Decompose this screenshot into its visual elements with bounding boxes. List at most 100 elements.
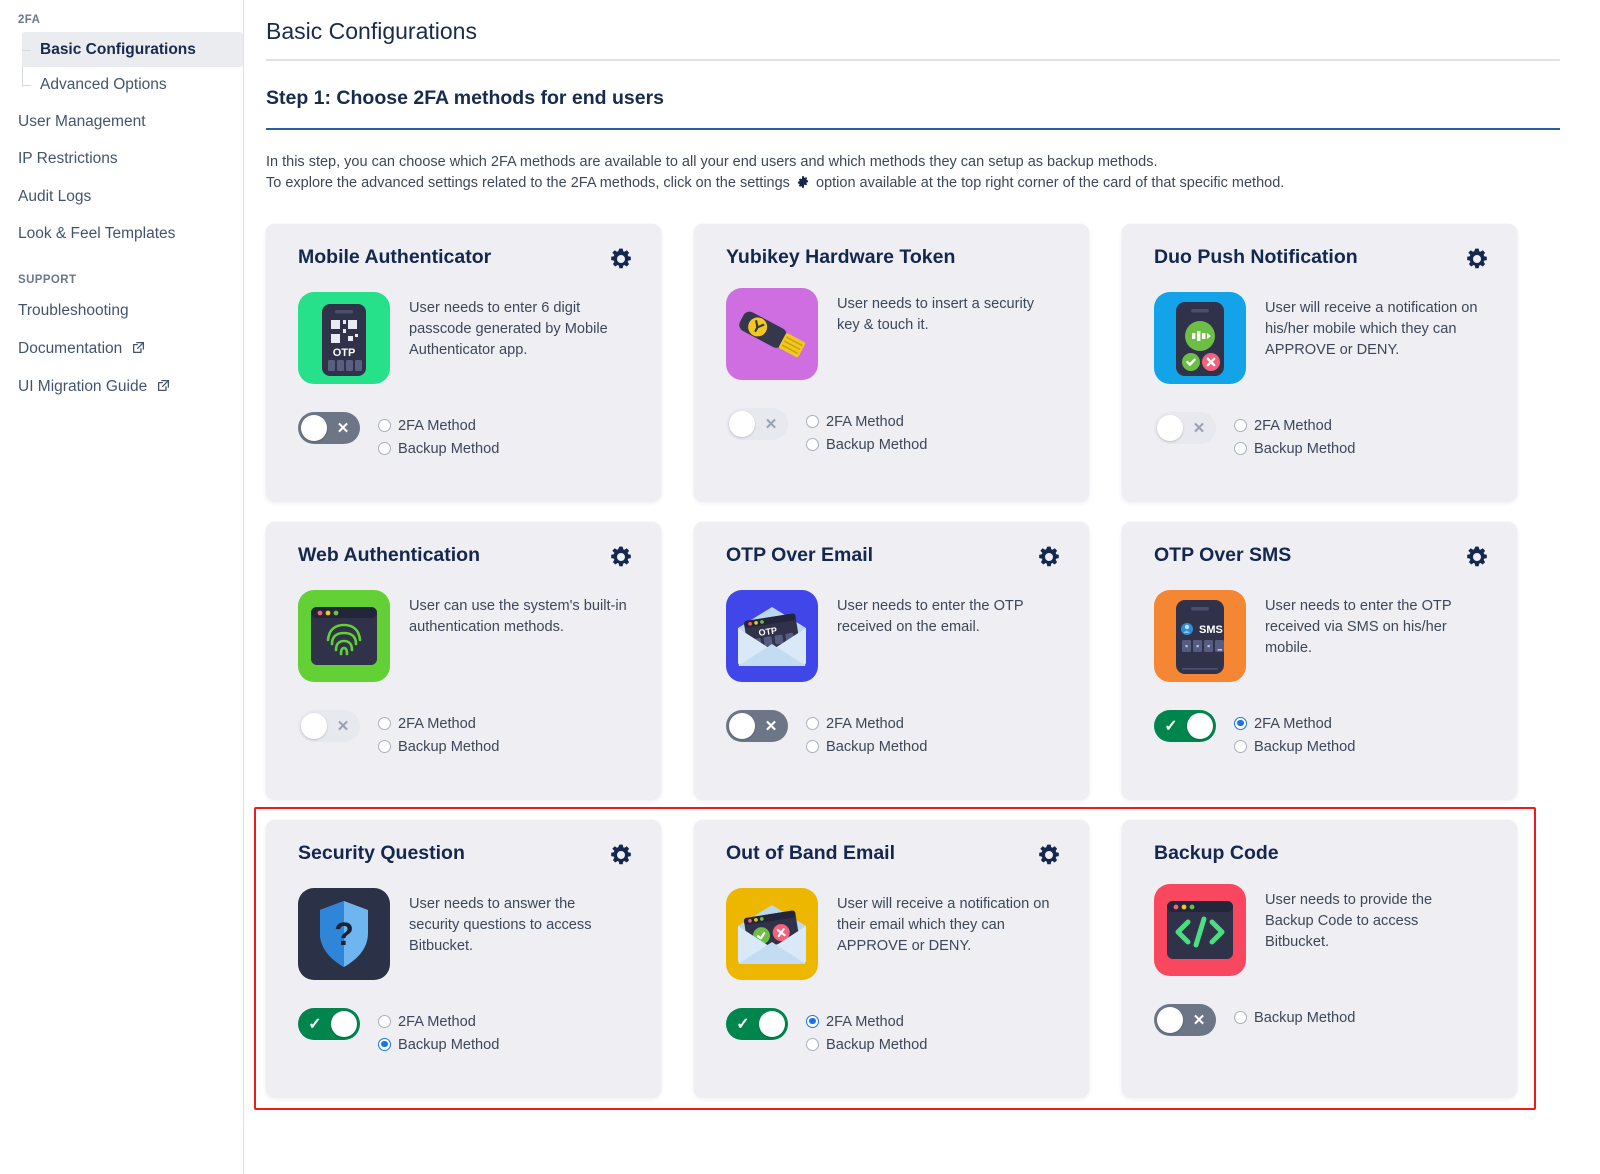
method-radio-group: 2FA Method Backup Method bbox=[378, 710, 610, 755]
method-card-out-of-band-email[interactable]: Out of Band Email User will receive a no… bbox=[694, 819, 1089, 1097]
card-body: OTP User needs to enter the OTP received… bbox=[726, 589, 1065, 682]
check-icon: ✓ bbox=[736, 1015, 750, 1033]
sidebar-group-label-support: SUPPORT bbox=[18, 274, 77, 287]
close-icon: ✕ bbox=[1192, 419, 1206, 437]
card-title: Duo Push Notification bbox=[1154, 245, 1358, 268]
radio-backup-method[interactable]: Backup Method bbox=[806, 436, 927, 453]
sidebar-item-troubleshooting[interactable]: Troubleshooting bbox=[0, 292, 243, 329]
card-title: Mobile Authenticator bbox=[298, 245, 492, 268]
card-body: User can use the system's built-in authe… bbox=[298, 589, 637, 682]
sidebar-item-ui-migration-guide[interactable]: UI Migration Guide bbox=[0, 368, 243, 406]
card-header: Web Authentication bbox=[298, 544, 637, 571]
radio-dot bbox=[806, 739, 819, 753]
gear-icon[interactable] bbox=[607, 245, 635, 273]
toggle-knob bbox=[301, 414, 327, 441]
method-card-otp-over-sms[interactable]: OTP Over SMS SMS User needs to enter the… bbox=[1122, 521, 1517, 799]
card-description: User needs to insert a security key & to… bbox=[837, 296, 1035, 334]
radio-label: 2FA Method bbox=[826, 414, 904, 431]
intro-line-2-before: To explore the advanced settings related… bbox=[266, 175, 790, 192]
sidebar-item-ip-restrictions[interactable]: IP Restrictions bbox=[0, 140, 243, 177]
method-card-otp-over-email[interactable]: OTP Over Email OTP User needs to enter t… bbox=[694, 521, 1089, 799]
check-icon: ✓ bbox=[308, 1015, 322, 1033]
radio-dot bbox=[1234, 716, 1247, 730]
radio-backup-method[interactable]: Backup Method bbox=[378, 738, 499, 755]
method-card-web-authentication[interactable]: Web Authentication User can use the syst… bbox=[266, 521, 661, 799]
radio-dot bbox=[378, 739, 391, 753]
card-controls: ✕ 2FA Method Backup Method bbox=[1154, 411, 1493, 457]
radio-dot bbox=[806, 716, 819, 730]
card-header: Out of Band Email bbox=[726, 842, 1065, 869]
intro-line-2-after: option available at the top right corner… bbox=[816, 175, 1285, 192]
radio-2fa-method[interactable]: 2FA Method bbox=[806, 1013, 904, 1030]
radio-dot bbox=[806, 1037, 819, 1051]
radio-2fa-method[interactable]: 2FA Method bbox=[1234, 417, 1332, 434]
radio-label: 2FA Method bbox=[1254, 715, 1332, 732]
sidebar-item-label: Audit Logs bbox=[18, 187, 92, 205]
radio-backup-method[interactable]: Backup Method bbox=[1234, 738, 1355, 755]
radio-2fa-method[interactable]: 2FA Method bbox=[806, 715, 904, 732]
enable-toggle[interactable]: ✕ bbox=[1154, 1004, 1216, 1037]
enable-toggle[interactable]: ✕ bbox=[298, 709, 360, 742]
method-card-security-question[interactable]: Security Question ? User needs to answer… bbox=[254, 806, 1536, 1110]
radio-2fa-method[interactable]: 2FA Method bbox=[378, 715, 476, 732]
card-body: User needs to provide the Backup Code to… bbox=[1154, 884, 1493, 977]
enable-toggle[interactable]: ✓ bbox=[1154, 709, 1216, 742]
enable-toggle[interactable]: ✕ bbox=[298, 411, 360, 444]
sidebar-item-advanced-options[interactable]: Advanced Options bbox=[22, 67, 243, 102]
method-card-yubikey-hardware-token[interactable]: Yubikey Hardware Token User needs to ins… bbox=[694, 223, 1089, 501]
card-description: User can use the system's built-in authe… bbox=[409, 597, 627, 635]
gear-icon[interactable] bbox=[1035, 543, 1063, 571]
radio-label: 2FA Method bbox=[398, 417, 476, 434]
enable-toggle[interactable]: ✕ bbox=[726, 709, 788, 742]
yubikey-security-key-icon bbox=[726, 288, 818, 381]
card-body: User will receive a notification on his/… bbox=[1154, 291, 1493, 384]
backup-code-terminal-icon bbox=[1154, 884, 1246, 977]
radio-2fa-method[interactable]: 2FA Method bbox=[1234, 715, 1332, 732]
radio-backup-method[interactable]: Backup Method bbox=[806, 738, 927, 755]
card-title: Backup Code bbox=[1154, 841, 1279, 864]
toggle-knob bbox=[759, 1010, 785, 1037]
toggle-knob bbox=[729, 411, 755, 438]
enable-toggle[interactable]: ✕ bbox=[1154, 411, 1216, 444]
enable-toggle[interactable]: ✓ bbox=[726, 1007, 788, 1040]
radio-backup-method[interactable]: Backup Method bbox=[806, 1036, 927, 1053]
radio-backup-method[interactable]: Backup Method bbox=[378, 440, 499, 457]
method-card-backup-code[interactable]: Backup Code User needs to provide the Ba… bbox=[1122, 819, 1517, 1097]
radio-label: 2FA Method bbox=[826, 1013, 904, 1030]
sidebar-item-basic-configurations[interactable]: Basic Configurations bbox=[22, 32, 243, 68]
method-radio-group: Backup Method bbox=[1234, 1004, 1355, 1026]
radio-2fa-method[interactable]: 2FA Method bbox=[378, 1013, 476, 1030]
security-question-shield-icon: ? bbox=[298, 887, 390, 980]
method-card-duo-push-notification[interactable]: Duo Push Notification User will receive … bbox=[1122, 223, 1517, 501]
radio-label: Backup Method bbox=[398, 738, 500, 755]
radio-label: Backup Method bbox=[1254, 1010, 1356, 1027]
intro-line-2: To explore the advanced settings related… bbox=[266, 173, 1560, 196]
card-title: Web Authentication bbox=[298, 543, 480, 566]
gear-icon[interactable] bbox=[1463, 245, 1491, 273]
radio-backup-method[interactable]: Backup Method bbox=[1234, 1009, 1355, 1026]
radio-2fa-method[interactable]: 2FA Method bbox=[806, 413, 904, 430]
radio-dot bbox=[806, 415, 819, 429]
gear-icon[interactable] bbox=[1463, 543, 1491, 571]
radio-dot bbox=[378, 441, 391, 455]
method-radio-group: 2FA Method Backup Method bbox=[1234, 412, 1466, 457]
radio-backup-method[interactable]: Backup Method bbox=[378, 1036, 499, 1053]
sidebar-item-user-management[interactable]: User Management bbox=[0, 103, 243, 140]
enable-toggle[interactable]: ✕ bbox=[726, 408, 788, 441]
method-card-mobile-authenticator[interactable]: Mobile Authenticator OTP User needs to e… bbox=[266, 223, 661, 501]
gear-icon[interactable] bbox=[1035, 841, 1063, 869]
radio-backup-method[interactable]: Backup Method bbox=[1234, 440, 1355, 457]
card-description: User will receive a notification on his/… bbox=[1265, 299, 1478, 358]
step-title: Step 1: Choose 2FA methods for end users bbox=[266, 87, 665, 109]
gear-icon[interactable] bbox=[607, 841, 635, 869]
sidebar-item-look-and-feel-templates[interactable]: Look & Feel Templates bbox=[0, 215, 243, 252]
enable-toggle[interactable]: ✓ bbox=[298, 1007, 360, 1040]
sidebar-item-documentation[interactable]: Documentation bbox=[0, 330, 243, 368]
sidebar-item-audit-logs[interactable]: Audit Logs bbox=[0, 178, 243, 215]
gear-icon[interactable] bbox=[607, 543, 635, 571]
card-controls: ✕ 2FA Method Backup Method bbox=[726, 408, 1065, 453]
radio-2fa-method[interactable]: 2FA Method bbox=[378, 417, 476, 434]
radio-label: Backup Method bbox=[826, 437, 928, 454]
main-content: Basic Configurations Step 1: Choose 2FA … bbox=[244, 0, 1600, 1174]
